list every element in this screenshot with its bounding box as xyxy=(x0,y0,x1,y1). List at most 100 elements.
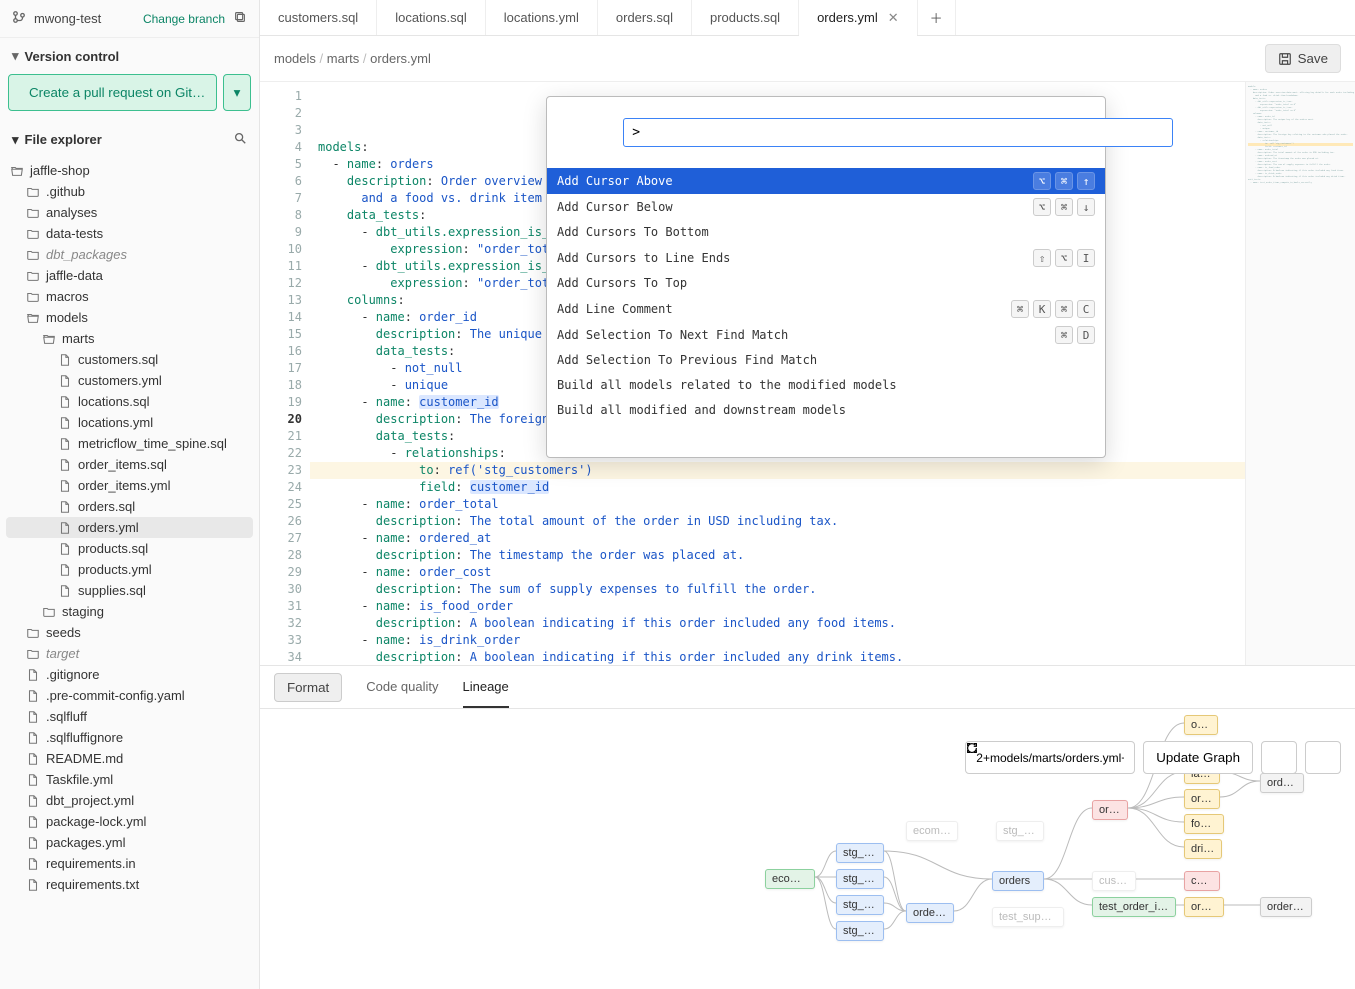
command-palette-input[interactable] xyxy=(623,118,1173,147)
tree-file[interactable]: Taskfile.yml xyxy=(6,769,253,790)
lineage-node[interactable]: stg_c… xyxy=(996,821,1044,841)
tree-file[interactable]: customers.yml xyxy=(6,370,253,391)
tree-file[interactable]: orders.yml xyxy=(6,517,253,538)
code-editor[interactable]: 1234567891011121314151617181920212223242… xyxy=(260,82,1355,665)
command-palette-item[interactable]: Build all modified and downstream models xyxy=(547,398,1105,423)
tree-file[interactable]: .sqlfluffignore xyxy=(6,727,253,748)
breadcrumb-item[interactable]: orders.yml xyxy=(370,51,431,66)
tree-folder[interactable]: models xyxy=(6,307,253,328)
tree-folder[interactable]: .github xyxy=(6,181,253,202)
tree-folder[interactable]: macros xyxy=(6,286,253,307)
editor-tab[interactable]: locations.yml xyxy=(486,0,598,35)
tree-folder[interactable]: staging xyxy=(6,601,253,622)
search-icon[interactable] xyxy=(233,131,247,148)
breadcrumb-item[interactable]: marts xyxy=(327,51,360,66)
tree-file[interactable]: package-lock.yml xyxy=(6,811,253,832)
version-control-header[interactable]: ▾ Version control xyxy=(0,38,259,74)
copy-icon[interactable] xyxy=(233,10,247,27)
tree-folder[interactable]: jaffle-data xyxy=(6,265,253,286)
lineage-node[interactable]: orders xyxy=(992,871,1044,891)
format-button[interactable]: Format xyxy=(274,673,342,702)
close-icon[interactable]: ✕ xyxy=(888,10,899,26)
tree-file[interactable]: .pre-commit-config.yaml xyxy=(6,685,253,706)
new-tab-button[interactable]: ＋ xyxy=(918,0,956,35)
tree-file[interactable]: requirements.in xyxy=(6,853,253,874)
create-pr-button[interactable]: Create a pull request on Git… xyxy=(8,74,217,111)
editor-tab[interactable]: customers.sql xyxy=(260,0,377,35)
tree-file[interactable]: customers.sql xyxy=(6,349,253,370)
lineage-selector-input[interactable] xyxy=(965,741,1135,774)
tree-label: customers.yml xyxy=(78,373,162,388)
tree-file[interactable]: locations.yml xyxy=(6,412,253,433)
minimap[interactable]: models: - name: orders description: Orde… xyxy=(1245,82,1355,665)
lineage-node[interactable]: ord… xyxy=(1184,897,1224,917)
tree-file[interactable]: supplies.sql xyxy=(6,580,253,601)
editor-tab[interactable]: orders.yml✕ xyxy=(799,0,918,35)
tree-label: marts xyxy=(62,331,95,346)
panel-tab[interactable]: Lineage xyxy=(463,667,509,708)
tree-file[interactable]: orders.sql xyxy=(6,496,253,517)
tree-file[interactable]: products.sql xyxy=(6,538,253,559)
command-palette-item[interactable]: Add Cursor Above⌥⌘↑ xyxy=(547,168,1105,194)
tree-file[interactable]: metricflow_time_spine.sql xyxy=(6,433,253,454)
tree-file[interactable]: dbt_project.yml xyxy=(6,790,253,811)
command-palette-item[interactable]: Add Cursors To Bottom xyxy=(547,220,1105,245)
editor-tab[interactable]: orders.sql xyxy=(598,0,692,35)
tree-file[interactable]: .gitignore xyxy=(6,664,253,685)
folder-icon xyxy=(42,332,56,346)
lineage-panel[interactable]: ecom.… stg_o… stg_… stg_… stg_… ecom.r… stg_c…… xyxy=(260,709,1355,989)
lineage-node[interactable]: or… xyxy=(1092,800,1128,820)
save-button[interactable]: Save xyxy=(1265,44,1341,73)
lineage-node[interactable]: ord… xyxy=(1184,789,1220,809)
create-pr-dropdown[interactable]: ▾ xyxy=(223,74,251,111)
tree-folder[interactable]: data-tests xyxy=(6,223,253,244)
command-palette-item[interactable]: Add Line Comment⌘K⌘C xyxy=(547,296,1105,322)
command-palette-item[interactable]: Add Selection To Previous Find Match xyxy=(547,348,1105,373)
panel-tab[interactable]: Code quality xyxy=(366,667,438,708)
tree-file[interactable]: requirements.txt xyxy=(6,874,253,895)
command-palette-item[interactable]: Add Selection To Next Find Match⌘D xyxy=(547,322,1105,348)
lineage-node[interactable]: ecom.r… xyxy=(906,821,958,841)
command-palette-item[interactable]: Add Cursors To Top xyxy=(547,271,1105,296)
tree-file[interactable]: order_items.sql xyxy=(6,454,253,475)
lineage-node[interactable]: stg_… xyxy=(836,895,884,915)
refresh-button[interactable] xyxy=(1305,741,1341,774)
tree-file[interactable]: .sqlfluff xyxy=(6,706,253,727)
tree-folder[interactable]: marts xyxy=(6,328,253,349)
lineage-node[interactable]: drin… xyxy=(1184,839,1222,859)
tree-file[interactable]: README.md xyxy=(6,748,253,769)
tree-file[interactable]: products.yml xyxy=(6,559,253,580)
file-icon xyxy=(58,521,72,535)
command-palette-item[interactable]: Add Cursors to Line Ends⇧⌥I xyxy=(547,245,1105,271)
lineage-node[interactable]: food… xyxy=(1184,814,1224,834)
tree-folder[interactable]: seeds xyxy=(6,622,253,643)
lineage-node[interactable]: test_order_it… xyxy=(1092,897,1176,917)
tree-folder[interactable]: target xyxy=(6,643,253,664)
lineage-node[interactable]: cust… xyxy=(1092,871,1136,891)
lineage-node[interactable]: order_… xyxy=(1260,897,1312,917)
change-branch-link[interactable]: Change branch xyxy=(143,12,225,26)
tree-label: README.md xyxy=(46,751,123,766)
fullscreen-button[interactable] xyxy=(1261,741,1297,774)
lineage-node[interactable]: orde… xyxy=(1260,773,1304,793)
lineage-node[interactable]: orde… xyxy=(906,903,954,923)
tree-folder[interactable]: analyses xyxy=(6,202,253,223)
lineage-node[interactable]: stg_… xyxy=(836,869,884,889)
tree-folder[interactable]: dbt_packages xyxy=(6,244,253,265)
tree-file[interactable]: order_items.yml xyxy=(6,475,253,496)
tree-file[interactable]: packages.yml xyxy=(6,832,253,853)
editor-tab[interactable]: locations.sql xyxy=(377,0,486,35)
lineage-node[interactable]: stg_… xyxy=(836,921,884,941)
lineage-node[interactable]: stg_o… xyxy=(836,843,884,863)
file-explorer-header[interactable]: ▾ File explorer xyxy=(0,121,259,158)
editor-tab[interactable]: products.sql xyxy=(692,0,799,35)
tree-file[interactable]: locations.sql xyxy=(6,391,253,412)
command-palette-item[interactable]: Add Cursor Below⌥⌘↓ xyxy=(547,194,1105,220)
breadcrumb-item[interactable]: models xyxy=(274,51,316,66)
lineage-node[interactable]: test_supply… xyxy=(992,907,1064,927)
command-palette-item[interactable]: Build all models related to the modified… xyxy=(547,373,1105,398)
lineage-node[interactable]: cus… xyxy=(1184,871,1220,891)
lineage-node[interactable]: or… xyxy=(1184,715,1218,735)
update-graph-button[interactable]: Update Graph xyxy=(1143,741,1253,774)
lineage-node[interactable]: ecom.… xyxy=(765,869,815,889)
